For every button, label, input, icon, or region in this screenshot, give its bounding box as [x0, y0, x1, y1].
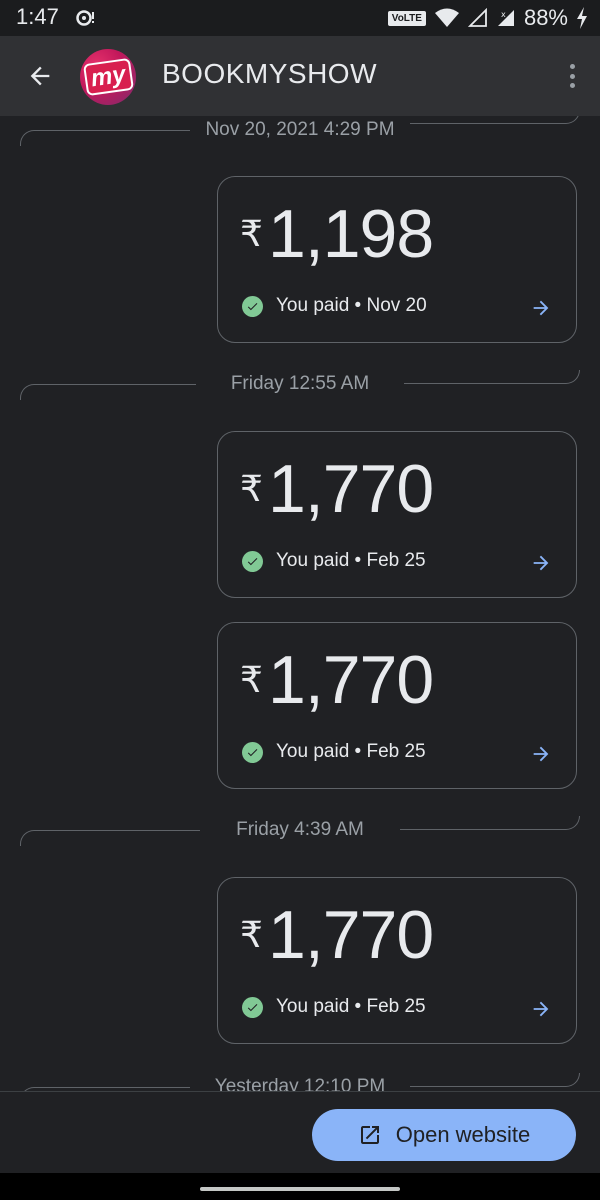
more-vert-icon-dot [569, 64, 575, 69]
currency-symbol: ₹ [240, 213, 263, 254]
more-vert-icon-dot [569, 73, 575, 79]
check-circle-icon [242, 550, 263, 572]
bottom-action-bar: Open website [0, 1091, 600, 1173]
date-divider: Friday 4:39 AM [0, 816, 600, 850]
merchant-avatar: my [80, 49, 136, 105]
arrow-forward-icon [533, 1001, 549, 1017]
app-bar: my BOOKMYSHOW [0, 36, 600, 116]
arrow-forward-icon [533, 300, 549, 316]
payment-status-row: You paid • Feb 25 [242, 741, 426, 763]
payment-status-row: You paid • Feb 25 [242, 996, 426, 1018]
battery-percentage: 88% [523, 5, 568, 30]
more-options-button[interactable] [566, 60, 578, 92]
more-vert-icon-dot [569, 83, 575, 88]
volte-badge: VoLTE [387, 10, 426, 26]
status-bar: 1:47 VoLTE x 88% [0, 0, 600, 36]
signal-icon: x [497, 10, 514, 26]
divider-line [410, 116, 580, 124]
payment-status-row: You paid • Feb 25 [242, 550, 426, 572]
merchant-logo: my [82, 57, 134, 97]
divider-line [410, 1073, 580, 1087]
date-divider: Nov 20, 2021 4:29 PM [0, 116, 600, 150]
system-nav-bar [0, 1173, 600, 1200]
transaction-feed[interactable]: Nov 20, 2021 4:29 PM ₹ 1,198 You paid • … [0, 116, 600, 1091]
currency-symbol: ₹ [240, 468, 263, 509]
divider-line [400, 816, 580, 830]
payment-status-text: You paid • Feb 25 [276, 996, 426, 1017]
arrow-forward-icon [533, 555, 549, 571]
payment-status-text: You paid • Feb 25 [276, 741, 426, 762]
payment-card[interactable]: ₹ 1,770 You paid • Feb 25 [217, 431, 577, 598]
date-divider: Friday 12:55 AM [0, 370, 600, 404]
payment-card[interactable]: ₹ 1,198 You paid • Nov 20 [217, 176, 577, 343]
status-time: 1:47 [16, 4, 59, 29]
check-circle-icon [242, 295, 263, 317]
check-circle-icon [242, 741, 263, 763]
open-in-new-icon [360, 1126, 379, 1144]
arrow-forward-icon [533, 746, 549, 762]
payment-amount: 1,770 [268, 451, 434, 527]
currency-symbol: ₹ [240, 659, 263, 700]
payment-card[interactable]: ₹ 1,770 You paid • Feb 25 [217, 877, 577, 1044]
payment-amount: 1,770 [268, 642, 434, 718]
notification-icon [76, 10, 94, 26]
charging-icon [577, 7, 587, 29]
payment-status-text: You paid • Nov 20 [276, 295, 427, 316]
back-button[interactable] [22, 58, 58, 94]
payment-status-text: You paid • Feb 25 [276, 550, 426, 571]
open-website-label: Open website [395, 1122, 531, 1147]
payment-amount: 1,770 [268, 897, 434, 973]
open-website-button[interactable]: Open website [312, 1109, 576, 1161]
merchant-title: BOOKMYSHOW [162, 58, 378, 89]
currency-symbol: ₹ [240, 914, 263, 955]
status-icons: VoLTE x 88% [387, 4, 588, 32]
date-divider: Yesterday 12:10 PM [0, 1073, 600, 1091]
home-gesture-handle[interactable] [200, 1187, 400, 1191]
payment-card[interactable]: ₹ 1,770 You paid • Feb 25 [217, 622, 577, 789]
payment-amount: 1,198 [268, 196, 434, 272]
arrow-back-icon [30, 66, 50, 86]
check-circle-icon [242, 996, 263, 1018]
svg-text:x: x [501, 10, 506, 19]
wifi-icon [434, 8, 459, 27]
divider-line [404, 370, 580, 384]
signal-empty-icon [467, 8, 487, 27]
payment-status-row: You paid • Nov 20 [242, 295, 427, 317]
